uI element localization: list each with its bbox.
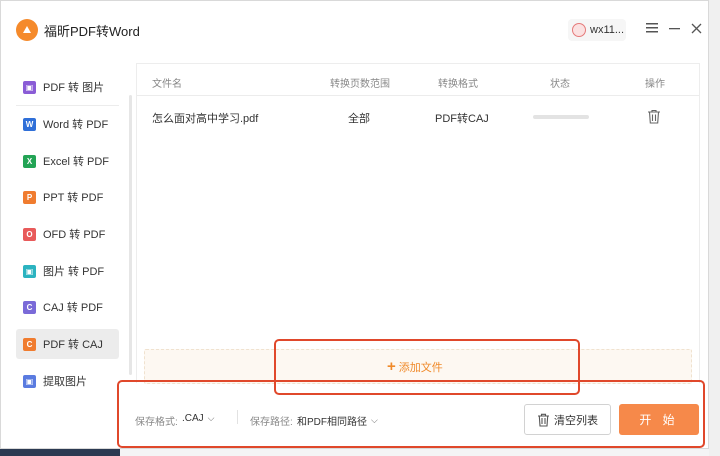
background-window-edge — [709, 0, 720, 456]
sidebar-item-word-to-pdf[interactable]: W Word 转 PDF — [16, 109, 119, 139]
sidebar-item-image-to-pdf[interactable]: ▣ 图片 转 PDF — [16, 256, 119, 286]
sidebar-item-label: 图片 转 PDF — [43, 266, 105, 278]
sidebar-item-label: PPT 转 PDF — [43, 192, 104, 204]
excel-to-pdf-icon: X — [23, 154, 36, 168]
app-logo-icon — [16, 19, 38, 41]
page-range[interactable]: 全部 — [348, 110, 370, 126]
annotation-box-bottom-bar — [117, 380, 705, 448]
image-to-pdf-icon: ▣ — [23, 264, 36, 278]
column-header-status: 状态 — [550, 79, 570, 90]
sidebar-item-pdf-to-caj[interactable]: C PDF 转 CAJ — [16, 329, 119, 359]
trash-icon[interactable] — [647, 109, 661, 124]
close-icon[interactable] — [689, 21, 703, 35]
pdf-to-image-icon: ▣ — [23, 80, 36, 94]
sidebar-item-label: CAJ 转 PDF — [43, 302, 103, 314]
table-header: 文件名 转换页数范围 转换格式 状态 操作 — [137, 64, 699, 96]
caj-to-pdf-icon: C — [23, 300, 36, 314]
sidebar-item-caj-to-pdf[interactable]: C CAJ 转 PDF — [16, 292, 119, 322]
extract-image-icon: ▣ — [23, 374, 36, 388]
minimize-icon[interactable] — [667, 21, 681, 35]
sidebar-item-ppt-to-pdf[interactable]: P PPT 转 PDF — [16, 182, 119, 212]
table-row[interactable]: 怎么面对高中学习.pdf 全部 PDF转CAJ — [137, 97, 699, 135]
divider — [16, 105, 119, 106]
hamburger-menu-icon[interactable] — [645, 21, 659, 35]
background-desktop — [0, 449, 120, 456]
sidebar-item-label: 提取图片 — [43, 376, 87, 388]
file-name: 怎么面对高中学习.pdf — [152, 113, 259, 125]
user-account[interactable]: wx11... — [568, 19, 626, 41]
sidebar-item-label: PDF 转 CAJ — [43, 339, 103, 351]
app-title: 福昕PDF转Word — [44, 24, 140, 39]
sidebar-item-excel-to-pdf[interactable]: X Excel 转 PDF — [16, 146, 119, 176]
sidebar-item-extract-image[interactable]: ▣ 提取图片 — [16, 366, 119, 396]
sidebar-scrollbar[interactable] — [129, 95, 132, 375]
pdf-to-caj-icon: C — [23, 337, 36, 351]
sidebar-item-ofd-to-pdf[interactable]: O OFD 转 PDF — [16, 219, 119, 249]
sidebar-item-label: Word 转 PDF — [43, 119, 109, 131]
column-header-range: 转换页数范围 — [330, 79, 390, 90]
sidebar-item-label: Excel 转 PDF — [43, 156, 110, 168]
sidebar-item-label: PDF 转 图片 — [43, 82, 105, 94]
sidebar-item-label: OFD 转 PDF — [43, 229, 106, 241]
sidebar-item-pdf-to-image[interactable]: ▣ PDF 转 图片 — [16, 72, 119, 102]
column-header-action: 操作 — [645, 79, 665, 90]
convert-format: PDF转CAJ — [435, 113, 489, 125]
column-header-format: 转换格式 — [438, 79, 478, 90]
ofd-to-pdf-icon: O — [23, 227, 36, 241]
ppt-to-pdf-icon: P — [23, 190, 36, 204]
user-name: wx11... — [590, 24, 625, 36]
column-header-filename: 文件名 — [152, 79, 182, 90]
avatar — [572, 23, 586, 37]
word-to-pdf-icon: W — [23, 117, 36, 131]
status-progress-bar — [533, 115, 589, 119]
file-list-panel: 文件名 转换页数范围 转换格式 状态 操作 怎么面对高中学习.pdf 全部 PD… — [136, 63, 700, 383]
title-bar: 福昕PDF转Word wx11... — [1, 1, 708, 55]
